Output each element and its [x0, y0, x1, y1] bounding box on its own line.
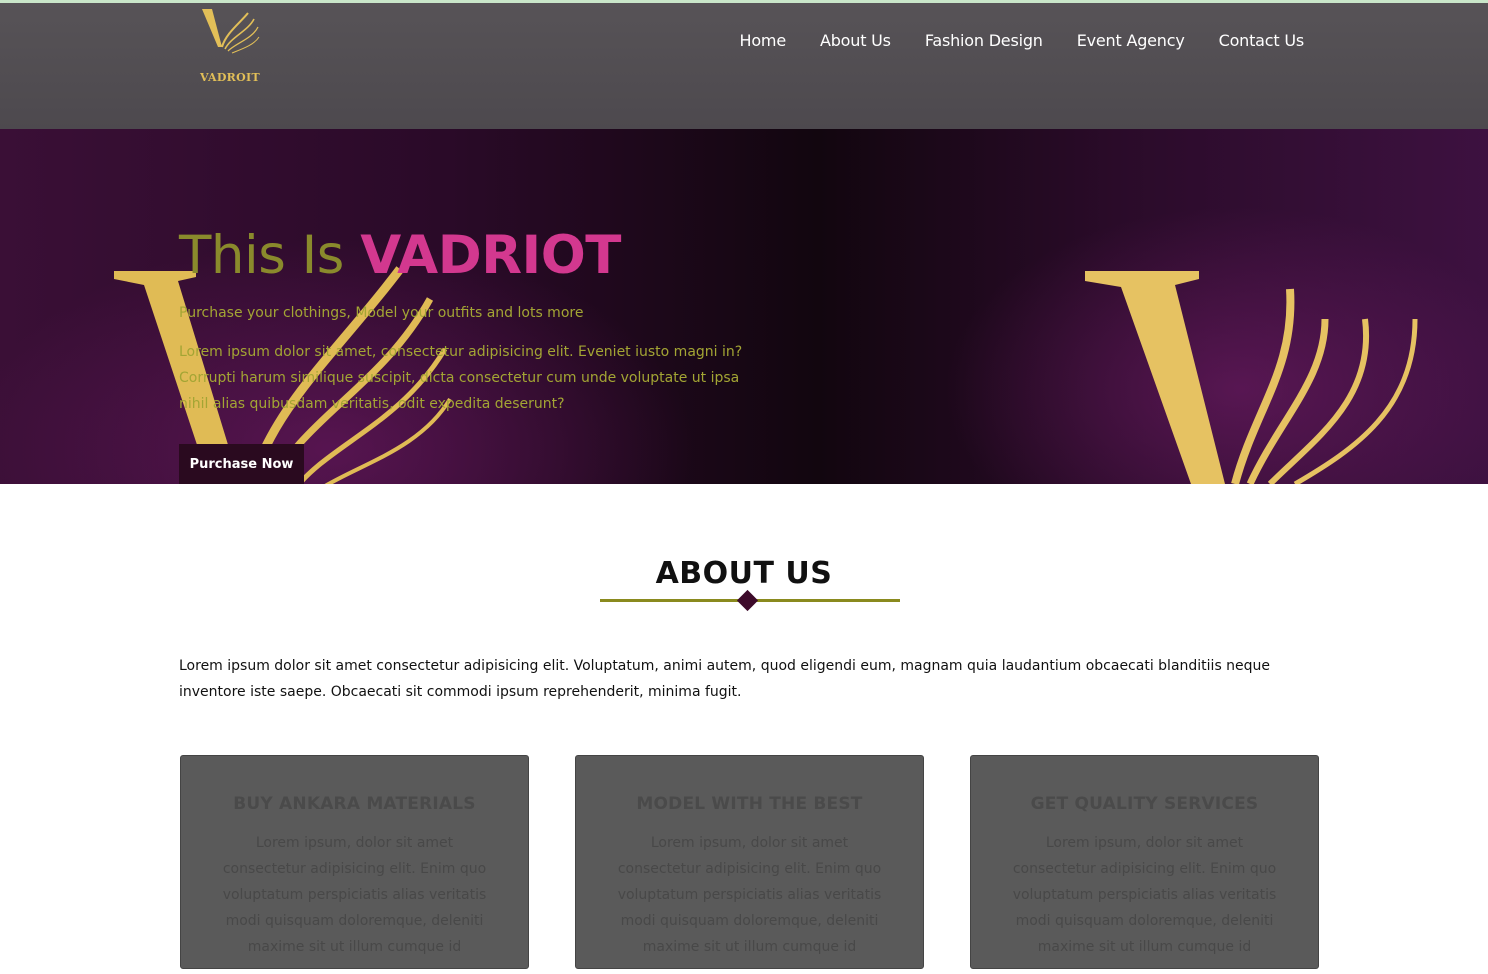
hero-paragraph: Lorem ipsum dolor sit amet, consectetur …	[179, 344, 743, 412]
brand-logo[interactable]: VADROIT	[196, 5, 266, 87]
nav-fashion-design[interactable]: Fashion Design	[925, 31, 1043, 50]
service-card-ankara[interactable]: BUY ANKARA MATERIALS Lorem ipsum, dolor …	[180, 755, 529, 969]
diamond-divider-icon	[736, 589, 759, 612]
hero-banner: This Is VADRIOT Purchase your clothings,…	[0, 129, 1488, 484]
hero-content: This Is VADRIOT Purchase your clothings,…	[179, 229, 759, 417]
about-us-heading: ABOUT US	[655, 556, 833, 591]
card-text: Lorem ipsum, dolor sit amet consectetur …	[222, 835, 487, 955]
nav-home[interactable]: Home	[740, 31, 787, 50]
nav-event-agency[interactable]: Event Agency	[1077, 31, 1185, 50]
nav-contact-us[interactable]: Contact Us	[1219, 31, 1305, 50]
site-header: VADROIT Home About Us Fashion Design Eve…	[0, 3, 1488, 129]
purchase-now-button[interactable]: Purchase Now	[179, 444, 304, 484]
nav-about-us[interactable]: About Us	[820, 31, 891, 50]
hero-logo-right-icon	[1085, 271, 1418, 484]
hero-title: This Is VADRIOT	[179, 229, 759, 282]
card-text: Lorem ipsum, dolor sit amet consectetur …	[1012, 835, 1277, 955]
card-title: GET QUALITY SERVICES	[1030, 794, 1259, 814]
main-nav: Home About Us Fashion Design Event Agenc…	[740, 31, 1305, 50]
service-card-model[interactable]: MODEL WITH THE BEST Lorem ipsum, dolor s…	[575, 755, 924, 969]
card-text: Lorem ipsum, dolor sit amet consectetur …	[617, 835, 882, 955]
card-title: MODEL WITH THE BEST	[636, 794, 863, 814]
hero-title-prefix: This Is	[179, 225, 344, 286]
logo-v-icon	[202, 9, 260, 54]
hero-title-highlight: VADRIOT	[360, 225, 621, 286]
logo-wordmark: VADROIT	[200, 71, 260, 84]
about-us-text: Lorem ipsum dolor sit amet consectetur a…	[179, 658, 1271, 700]
service-card-services[interactable]: GET QUALITY SERVICES Lorem ipsum, dolor …	[970, 755, 1319, 969]
card-title: BUY ANKARA MATERIALS	[233, 794, 476, 814]
hero-subtitle: Purchase your clothings, Model your outf…	[179, 305, 584, 321]
